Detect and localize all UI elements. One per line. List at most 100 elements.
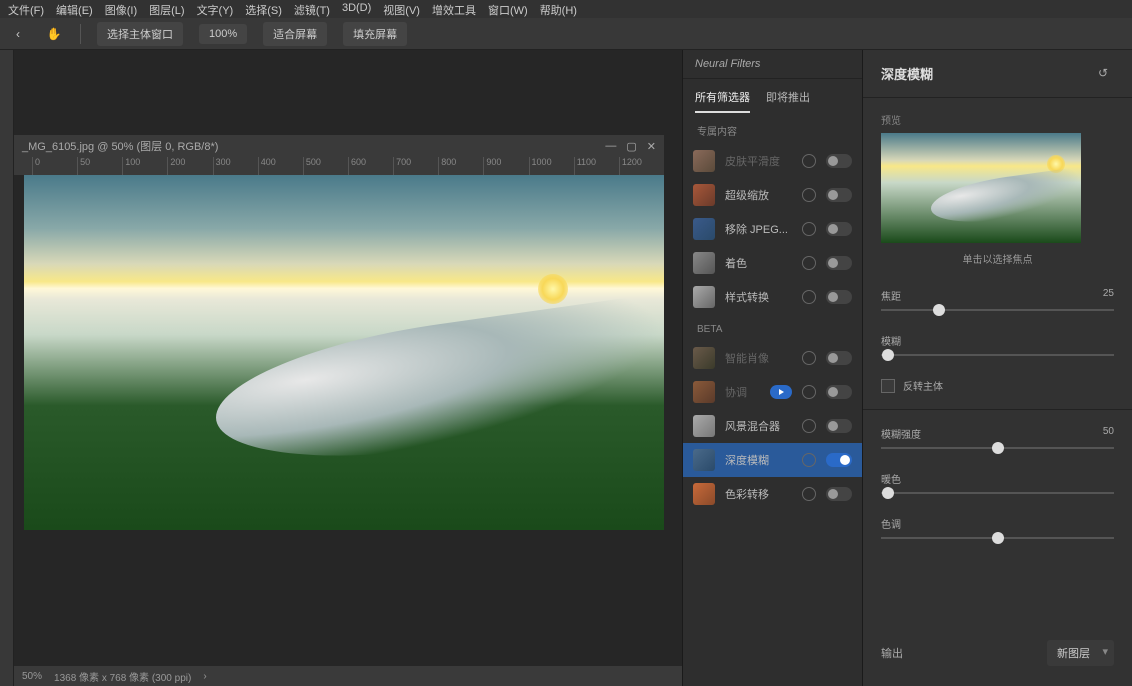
visibility-icon[interactable] — [802, 419, 816, 433]
fill-screen-button[interactable]: 填充屏幕 — [343, 22, 407, 46]
filter-toggle[interactable] — [826, 290, 852, 304]
filter-item[interactable]: 着色 — [683, 246, 862, 280]
reset-icon[interactable]: ↺ — [1098, 66, 1114, 82]
filter-name: 着色 — [725, 255, 792, 271]
filter-item[interactable]: 协调 — [683, 375, 862, 409]
visibility-icon[interactable] — [802, 290, 816, 304]
filter-item[interactable]: 风景混合器 — [683, 409, 862, 443]
tab-all-filters[interactable]: 所有筛选器 — [695, 89, 750, 113]
filter-properties-panel: 深度模糊 ↺ 预览 单击以选择焦点 焦距25模糊 反转主体 模糊强度 50 暖色… — [862, 50, 1132, 686]
horizontal-ruler: 0501002003004005006007008009001000110012… — [14, 157, 664, 175]
canvas-image[interactable] — [24, 175, 664, 530]
invert-subject-checkbox[interactable]: 反转主体 — [863, 370, 1132, 401]
visibility-icon[interactable] — [802, 188, 816, 202]
slider-暖色[interactable]: 暖色 — [863, 463, 1132, 508]
hand-tool-icon[interactable]: ✋ — [44, 24, 64, 44]
filter-tabs: 所有筛选器 即将推出 — [683, 79, 862, 113]
filter-toggle[interactable] — [826, 256, 852, 270]
menu-item[interactable]: 文件(F) — [8, 2, 44, 16]
play-icon[interactable] — [770, 385, 792, 399]
filter-toggle[interactable] — [826, 487, 852, 501]
filter-thumb — [693, 415, 715, 437]
filter-thumb — [693, 483, 715, 505]
filter-item[interactable]: 深度模糊 — [683, 443, 862, 477]
visibility-icon[interactable] — [802, 351, 816, 365]
panel-title: Neural Filters — [683, 50, 862, 79]
filter-name: 协调 — [725, 384, 760, 400]
filter-name: 移除 JPEG... — [725, 221, 792, 237]
menu-item[interactable]: 滤镜(T) — [294, 2, 330, 16]
tools-panel[interactable] — [0, 50, 14, 686]
maximize-icon[interactable]: ▢ — [626, 140, 636, 153]
visibility-icon[interactable] — [802, 222, 816, 236]
preview-image[interactable] — [881, 133, 1081, 243]
back-icon[interactable]: ‹ — [8, 24, 28, 44]
filter-name: 皮肤平滑度 — [725, 153, 792, 169]
divider — [863, 409, 1132, 410]
filter-toggle[interactable] — [826, 188, 852, 202]
visibility-icon[interactable] — [802, 487, 816, 501]
props-footer: 输出 新图层 — [863, 630, 1132, 676]
menu-item[interactable]: 帮助(H) — [540, 2, 577, 16]
filter-thumb — [693, 286, 715, 308]
filter-item[interactable]: 移除 JPEG... — [683, 212, 862, 246]
filter-toggle[interactable] — [826, 222, 852, 236]
zoom-level[interactable]: 50% — [22, 671, 42, 682]
blur-strength-slider[interactable]: 模糊强度 50 — [863, 418, 1132, 463]
visibility-icon[interactable] — [802, 256, 816, 270]
menu-bar: 文件(F) 编辑(E) 图像(I) 图层(L) 文字(Y) 选择(S) 滤镜(T… — [0, 0, 1132, 18]
options-bar: ‹ ✋ 选择主体窗口 100% 适合屏幕 填充屏幕 — [0, 18, 1132, 50]
menu-item[interactable]: 选择(S) — [245, 2, 282, 16]
slider-模糊[interactable]: 模糊 — [863, 325, 1132, 370]
filter-name: 超级缩放 — [725, 187, 792, 203]
doc-dimensions: 1368 像素 x 768 像素 (300 ppi) — [54, 669, 191, 684]
minimize-icon[interactable]: — — [605, 140, 616, 153]
document-titlebar[interactable]: _MG_6105.jpg @ 50% (图层 0, RGB/8*) — ▢ ✕ — [14, 135, 664, 157]
menu-item[interactable]: 文字(Y) — [197, 2, 234, 16]
select-subject-button[interactable]: 选择主体窗口 — [97, 22, 183, 46]
output-label: 输出 — [881, 645, 903, 661]
checkbox-icon[interactable] — [881, 379, 895, 393]
zoom-100-button[interactable]: 100% — [199, 24, 247, 44]
chevron-right-icon[interactable]: › — [203, 671, 206, 682]
menu-item[interactable]: 图层(L) — [149, 2, 184, 16]
filter-thumb — [693, 381, 715, 403]
filter-toggle[interactable] — [826, 385, 852, 399]
section-beta: BETA — [683, 314, 862, 341]
filter-name: 智能肖像 — [725, 350, 792, 366]
close-icon[interactable]: ✕ — [647, 140, 656, 153]
filter-item[interactable]: 超级缩放 — [683, 178, 862, 212]
menu-item[interactable]: 窗口(W) — [488, 2, 528, 16]
menu-item[interactable]: 3D(D) — [342, 2, 371, 16]
slider-焦距[interactable]: 焦距25 — [863, 280, 1132, 325]
document-title: _MG_6105.jpg @ 50% (图层 0, RGB/8*) — [22, 138, 218, 154]
filter-item[interactable]: 智能肖像 — [683, 341, 862, 375]
tab-coming-soon[interactable]: 即将推出 — [766, 89, 810, 113]
filter-name: 风景混合器 — [725, 418, 792, 434]
filter-thumb — [693, 218, 715, 240]
filter-toggle[interactable] — [826, 154, 852, 168]
filter-toggle[interactable] — [826, 419, 852, 433]
filter-toggle[interactable] — [826, 351, 852, 365]
status-bar: 50% 1368 像素 x 768 像素 (300 ppi) › — [14, 666, 682, 686]
focal-point-hint: 单击以选择焦点 — [881, 251, 1114, 266]
filter-item[interactable]: 色彩转移 — [683, 477, 862, 511]
visibility-icon[interactable] — [802, 154, 816, 168]
menu-item[interactable]: 编辑(E) — [56, 2, 93, 16]
slider-色调[interactable]: 色调 — [863, 508, 1132, 553]
menu-item[interactable]: 图像(I) — [105, 2, 137, 16]
visibility-icon[interactable] — [802, 453, 816, 467]
filter-thumb — [693, 347, 715, 369]
props-title: 深度模糊 — [881, 64, 933, 83]
visibility-icon[interactable] — [802, 385, 816, 399]
filter-item[interactable]: 皮肤平滑度 — [683, 144, 862, 178]
fit-screen-button[interactable]: 适合屏幕 — [263, 22, 327, 46]
menu-item[interactable]: 视图(V) — [383, 2, 420, 16]
output-mode-dropdown[interactable]: 新图层 — [1047, 640, 1114, 666]
filter-toggle[interactable] — [826, 453, 852, 467]
filter-thumb — [693, 252, 715, 274]
filter-thumb — [693, 184, 715, 206]
menu-item[interactable]: 增效工具 — [432, 2, 476, 16]
neural-filters-panel: Neural Filters 所有筛选器 即将推出 专属内容 皮肤平滑度超级缩放… — [682, 50, 862, 686]
filter-item[interactable]: 样式转换 — [683, 280, 862, 314]
